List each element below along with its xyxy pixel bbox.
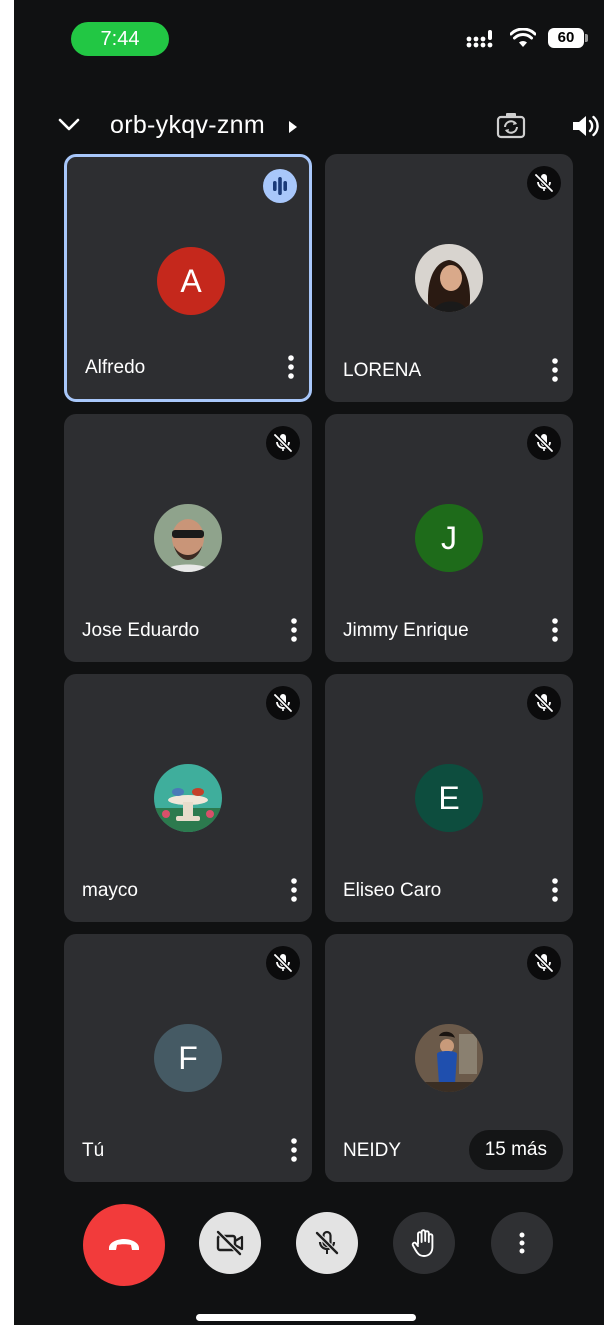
more-vert-icon[interactable]	[288, 876, 300, 904]
more-vert-icon[interactable]	[288, 1136, 300, 1164]
mic-off-icon	[266, 946, 300, 980]
more-participants-button[interactable]: 15 más	[468, 1130, 563, 1170]
avatar: E	[415, 764, 483, 832]
meeting-code[interactable]: orb-ykqv-znm	[110, 111, 265, 140]
participant-tile-self[interactable]: F Tú	[64, 934, 312, 1182]
participant-name: Alfredo	[85, 357, 146, 378]
call-controls	[14, 1204, 604, 1286]
participant-name: Jose Eduardo	[82, 620, 200, 641]
participant-tile[interactable]: E Eliseo Caro	[325, 674, 573, 922]
raise-hand-button[interactable]	[393, 1212, 455, 1274]
status-bar: 7:44 60	[14, 0, 604, 70]
meeting-header: orb-ykqv-znm	[14, 104, 604, 150]
more-vert-icon[interactable]	[288, 616, 300, 644]
chevron-right-icon[interactable]	[288, 120, 298, 134]
avatar: F	[154, 1024, 222, 1092]
participant-tile[interactable]: Jose Eduardo	[64, 414, 312, 662]
hand-icon	[411, 1229, 434, 1257]
participant-name: NEIDY	[343, 1140, 402, 1161]
participant-name: Jimmy Enrique	[343, 620, 469, 641]
more-options-button[interactable]	[491, 1212, 553, 1274]
mic-off-icon	[315, 1230, 339, 1255]
more-vert-icon[interactable]	[549, 356, 561, 384]
more-vert-icon[interactable]	[549, 876, 561, 904]
end-call-button[interactable]	[83, 1204, 165, 1286]
speaking-indicator-icon	[263, 169, 297, 203]
mic-off-icon	[266, 426, 300, 460]
participant-tile[interactable]: A Alfredo	[64, 154, 312, 402]
participant-name: Eliseo Caro	[343, 880, 442, 901]
camera-switch-icon[interactable]	[496, 110, 526, 140]
more-vert-icon[interactable]	[549, 616, 561, 644]
speaker-icon[interactable]	[570, 111, 600, 141]
mic-off-button[interactable]	[296, 1212, 358, 1274]
status-time: 7:44	[71, 22, 169, 56]
avatar-photo	[415, 244, 483, 312]
avatar-illustration	[154, 764, 222, 832]
mic-off-icon	[527, 686, 561, 720]
chevron-down-icon[interactable]	[56, 112, 82, 138]
more-vert-icon[interactable]	[285, 353, 297, 381]
mic-off-icon	[527, 426, 561, 460]
battery-icon: 60	[548, 28, 588, 48]
participant-name: LORENA	[343, 360, 422, 381]
home-indicator[interactable]	[196, 1314, 416, 1321]
participant-tile[interactable]: LORENA	[325, 154, 573, 402]
participant-tile[interactable]: J Jimmy Enrique	[325, 414, 573, 662]
meet-screen: 7:44 60 orb-ykqv-znm A Alfredo LORENA Jo…	[14, 0, 604, 1325]
participant-name: mayco	[82, 880, 138, 901]
participant-name: Tú	[82, 1140, 105, 1161]
status-icons: 60	[466, 28, 588, 48]
participant-tile[interactable]: NEIDY 15 más	[325, 934, 573, 1182]
avatar: J	[415, 504, 483, 572]
mic-off-icon	[266, 686, 300, 720]
mic-off-icon	[527, 166, 561, 200]
avatar: A	[157, 247, 225, 315]
wifi-icon	[510, 28, 536, 47]
avatar-photo	[415, 1024, 483, 1092]
mic-off-icon	[527, 946, 561, 980]
camera-off-button[interactable]	[199, 1212, 261, 1274]
more-vert-icon	[519, 1232, 525, 1254]
end-call-icon	[109, 1239, 139, 1250]
participant-tile[interactable]: mayco	[64, 674, 312, 922]
camera-off-icon	[216, 1230, 244, 1256]
avatar-photo	[154, 504, 222, 572]
cellular-signal-icon	[466, 30, 493, 48]
